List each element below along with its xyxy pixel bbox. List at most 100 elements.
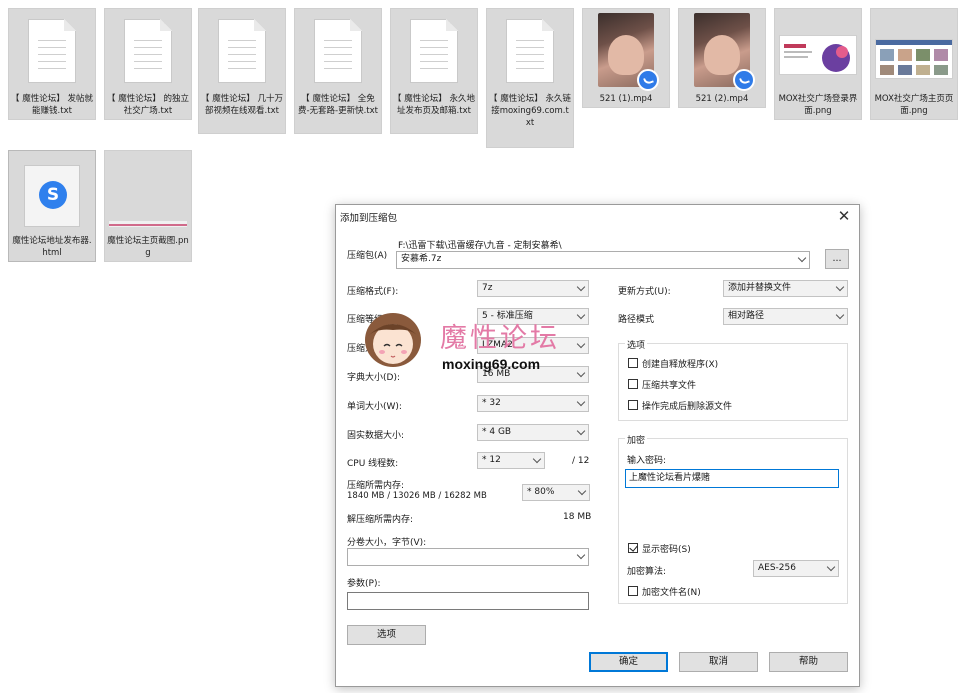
chevron-down-icon [576, 550, 586, 560]
watermark-url: moxing69.com [442, 356, 541, 372]
checkbox-label: 压缩共享文件 [642, 381, 697, 391]
file-tile[interactable]: 【 魔性论坛】 永久地址发布页及邮箱.txt [390, 8, 478, 134]
file-name: 魔性论坛主页截图.png [107, 236, 189, 258]
file-tile[interactable]: 【 魔性论坛】 发帖就能赚钱.txt [8, 8, 96, 120]
add-to-archive-dialog: 添加到压缩包 ✕ 压缩包(A) F:\迅雷下载\迅雷缓存\九音 - 定制安慕希\… [335, 204, 860, 687]
mascot-logo [365, 313, 421, 367]
password-input[interactable]: 上魔性论坛看片爆赌 [625, 469, 839, 488]
solid-label: 固实数据大小: [347, 431, 405, 441]
help-button[interactable]: 帮助 [769, 652, 848, 672]
chevron-down-icon [576, 426, 586, 436]
password-label: 输入密码: [627, 456, 667, 466]
split-label: 分卷大小，字节(V): [347, 538, 427, 548]
split-size-combo[interactable] [347, 548, 589, 566]
format-combo[interactable]: 7z [477, 280, 589, 297]
chevron-down-icon [835, 310, 845, 320]
chevron-down-icon [576, 282, 586, 292]
decompress-memory-value: 18 MB [563, 512, 592, 522]
solid-combo[interactable]: * 4 GB [477, 424, 589, 441]
file-name: 【 魔性论坛】 的独立社交广场.txt [107, 94, 189, 116]
algorithm-combo[interactable]: AES-256 [753, 560, 839, 577]
options-group-title: 选项 [625, 338, 648, 351]
file-tile[interactable]: 【 魔性论坛】 的独立社交广场.txt [104, 8, 192, 120]
cpu-combo[interactable]: * 12 [477, 452, 545, 469]
text-file-icon [28, 19, 76, 83]
file-tile[interactable]: S 魔性论坛地址发布器.html [8, 150, 96, 262]
checkbox-label: 操作完成后删除源文件 [642, 402, 733, 412]
text-file-icon [506, 19, 554, 83]
update-mode-value: 添加并替换文件 [728, 283, 792, 293]
checkbox-label: 显示密码(S) [642, 545, 691, 555]
text-file-icon [124, 19, 172, 83]
checkbox-box [628, 379, 638, 389]
options-button[interactable]: 选项 [347, 625, 426, 645]
watermark-title: 魔性论坛 [440, 323, 560, 354]
chevron-down-icon [532, 454, 542, 464]
params-label: 参数(P): [347, 579, 381, 589]
encryption-group-title: 加密 [625, 433, 648, 446]
file-name: 【 魔性论坛】 几十万部视频在线观看.txt [201, 94, 283, 116]
file-tile[interactable]: MOX社交广场登录界面.png [774, 8, 862, 120]
archive-name-value: 安慕希.7z [401, 254, 442, 264]
dialog-title: 添加到压缩包 [340, 213, 398, 224]
checkbox-box [628, 358, 638, 368]
image-thumbnail [779, 35, 857, 75]
chevron-down-icon [835, 282, 845, 292]
memory-percent-combo[interactable]: * 80% [522, 484, 590, 501]
text-file-icon [314, 19, 362, 83]
file-tile[interactable]: 521 (1).mp4 [582, 8, 670, 108]
dialog-titlebar[interactable]: 添加到压缩包 ✕ [336, 205, 859, 227]
memory-detail: 1840 MB / 13026 MB / 16282 MB [347, 491, 487, 501]
file-name: 521 (1).mp4 [599, 94, 653, 104]
params-input[interactable] [347, 592, 589, 610]
screenshot-preview-icon [784, 44, 850, 72]
browse-button[interactable]: ... [825, 249, 849, 269]
file-name: 【 魔性论坛】 发帖就能赚钱.txt [11, 94, 93, 116]
screenshot-preview-icon [876, 40, 952, 75]
checkbox-label: 创建自释放程序(X) [642, 360, 719, 370]
format-value: 7z [482, 283, 493, 293]
file-tile[interactable]: 【 魔性论坛】 几十万部视频在线观看.txt [198, 8, 286, 134]
cancel-button[interactable]: 取消 [679, 652, 758, 672]
html-file-icon: S [24, 165, 80, 227]
file-name: 【 魔性论坛】 全免费-无套路-更新快.txt [297, 94, 379, 116]
cpu-total: / 12 [572, 456, 590, 466]
cpu-value: * 12 [482, 455, 501, 465]
memory-percent-value: * 80% [527, 487, 555, 497]
file-tile[interactable]: MOX社交广场主页页面.png [870, 8, 958, 120]
file-name: 521 (2).mp4 [695, 94, 749, 104]
file-name: 【 魔性论坛】 永久地址发布页及邮箱.txt [393, 94, 475, 116]
chevron-down-icon [576, 310, 586, 320]
chevron-down-icon [576, 397, 586, 407]
text-file-icon [410, 19, 458, 83]
path-mode-combo[interactable]: 相对路径 [723, 308, 848, 325]
word-value: * 32 [482, 398, 501, 408]
media-player-icon [733, 69, 755, 91]
file-name: MOX社交广场主页页面.png [874, 94, 954, 116]
checkbox-box [628, 586, 638, 596]
cpu-label: CPU 线程数: [347, 459, 399, 469]
chevron-down-icon [576, 368, 586, 378]
text-file-icon [218, 19, 266, 83]
update-mode-combo[interactable]: 添加并替换文件 [723, 280, 848, 297]
file-name: MOX社交广场登录界面.png [778, 94, 858, 116]
archive-path: F:\迅雷下载\迅雷缓存\九音 - 定制安慕希\ [398, 241, 562, 251]
media-player-icon [637, 69, 659, 91]
file-tile[interactable]: 【 魔性论坛】 永久链接moxing69.com.txt [486, 8, 574, 148]
archive-label: 压缩包(A) [347, 251, 388, 261]
archive-name-combo[interactable]: 安慕希.7z [396, 251, 810, 269]
checkbox-label: 加密文件名(N) [642, 588, 701, 598]
format-label: 压缩格式(F): [347, 287, 399, 297]
ok-button[interactable]: 确定 [589, 652, 668, 672]
algorithm-label: 加密算法: [627, 567, 667, 577]
file-tile[interactable]: 【 魔性论坛】 全免费-无套路-更新快.txt [294, 8, 382, 134]
image-thumbnail [109, 221, 187, 227]
chevron-down-icon [576, 339, 586, 349]
file-tile[interactable]: 魔性论坛主页截图.png [104, 150, 192, 262]
close-icon[interactable]: ✕ [833, 207, 855, 225]
solid-value: * 4 GB [482, 427, 512, 437]
word-label: 单词大小(W): [347, 402, 402, 412]
chevron-down-icon [826, 562, 836, 572]
word-combo[interactable]: * 32 [477, 395, 589, 412]
file-tile[interactable]: 521 (2).mp4 [678, 8, 766, 108]
